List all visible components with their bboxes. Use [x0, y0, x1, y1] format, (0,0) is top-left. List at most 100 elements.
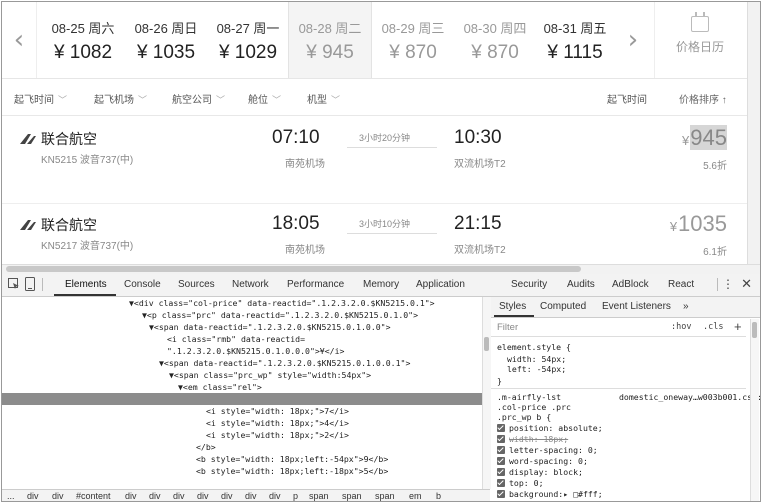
breadcrumb-item[interactable]: b	[436, 491, 441, 501]
styles-scrollbar[interactable]	[750, 319, 759, 501]
page-horizontal-scrollbar[interactable]	[2, 264, 760, 274]
date-cell[interactable]: 08-25 周六 ¥ 1082	[42, 2, 124, 78]
dom-node-selected[interactable]: ... ▼<b style="width:54px;left:-54px"> =…	[2, 393, 482, 428]
date-cell[interactable]: 08-27 周一 ¥ 1029	[207, 2, 289, 78]
css-property[interactable]: left: -54px;	[507, 364, 566, 374]
breadcrumb-item[interactable]: div	[27, 491, 39, 501]
breadcrumb-item[interactable]: span	[375, 491, 395, 501]
ellipsis-icon[interactable]: ...	[6, 405, 21, 417]
stylesheet-link[interactable]: domestic_oneway…w003b001.css:1	[619, 392, 760, 402]
dom-node[interactable]: </b>	[196, 441, 216, 453]
dom-tree: ▼<div class="col-price" data-reactid=".1…	[2, 297, 482, 489]
filter-cabin[interactable]: 舱位 ﹀	[248, 91, 281, 106]
tab-application[interactable]: Application	[416, 279, 465, 290]
scrollbar-thumb[interactable]	[6, 266, 581, 272]
browser-frame: ‹ 08-25 周六 ¥ 1082 08-26 周日 ¥ 1035 08-27 …	[1, 1, 761, 502]
tab-elements[interactable]: Elements	[65, 279, 107, 290]
tab-performance[interactable]: Performance	[287, 279, 344, 290]
css-property-row[interactable]: display: block;	[497, 467, 583, 477]
scrollbar-thumb[interactable]	[752, 322, 757, 338]
sort-price[interactable]: 价格排序 ↑	[679, 91, 727, 106]
tab-react[interactable]: React	[668, 279, 694, 290]
dom-node[interactable]: <i style="width: 18px;">7</i>	[206, 405, 349, 417]
date-cell[interactable]: 08-29 周三 ¥ 870	[372, 2, 454, 78]
tab-network[interactable]: Network	[232, 279, 269, 290]
css-property-row[interactable]: background:▸ □#fff;	[497, 489, 603, 499]
date-cell[interactable]: 08-31 周五 ¥ 1115	[534, 2, 616, 78]
page-vertical-scrollbar[interactable]	[747, 2, 760, 264]
dom-node[interactable]: ▼<span class="prc_wp" style="width:54px"…	[169, 369, 371, 381]
breadcrumb-item[interactable]: div	[245, 491, 257, 501]
class-toggle[interactable]: .cls	[703, 322, 723, 332]
device-toolbar-icon[interactable]	[25, 277, 35, 291]
flight-row[interactable]: 联合航空 KN5215 波音737(中) 07:10 南苑机场 3小时20分钟 …	[2, 117, 747, 204]
chevron-right-icon[interactable]: ›	[616, 2, 650, 78]
tab-styles[interactable]: Styles	[499, 301, 526, 312]
close-icon[interactable]: ✕	[741, 276, 752, 292]
dom-node[interactable]: <i class="rmb" data-reactid=	[167, 333, 305, 345]
checkbox-icon[interactable]	[497, 457, 505, 465]
hover-state-toggle[interactable]: :hov	[671, 322, 691, 332]
date-cell[interactable]: 08-26 周日 ¥ 1035	[125, 2, 207, 78]
breadcrumb-item[interactable]: div	[221, 491, 233, 501]
dom-node[interactable]: <b style="width: 18px;left:-18px">5</b>	[196, 465, 388, 477]
tab-sources[interactable]: Sources	[178, 279, 215, 290]
breadcrumb-item[interactable]: span	[342, 491, 362, 501]
price-calendar-button[interactable]: 价格日历	[654, 2, 745, 78]
filter-depart-time[interactable]: 起飞时间 ﹀	[14, 91, 67, 106]
checkbox-icon[interactable]	[497, 490, 505, 498]
css-property-row[interactable]: position: absolute;	[497, 423, 603, 433]
tab-event-listeners[interactable]: Event Listeners	[602, 301, 671, 312]
sort-depart-time[interactable]: 起飞时间	[607, 91, 647, 106]
css-property-row[interactable]: width: 18px;	[497, 434, 568, 444]
breadcrumb-item[interactable]: div	[52, 491, 64, 501]
tab-computed[interactable]: Computed	[540, 301, 586, 312]
breadcrumb-item[interactable]: span	[309, 491, 329, 501]
filter-airline[interactable]: 航空公司 ﹀	[172, 91, 225, 106]
price-calendar-label: 价格日历	[675, 40, 724, 54]
checkbox-icon[interactable]	[497, 435, 505, 443]
breadcrumb-item[interactable]: div	[149, 491, 161, 501]
css-property[interactable]: width: 54px;	[507, 354, 566, 364]
dom-node[interactable]: <i style="width: 18px;">2</i>	[206, 429, 349, 441]
dom-node[interactable]: ▼<div class="col-price" data-reactid=".1…	[129, 297, 435, 309]
dom-node[interactable]: ▼<p class="prc" data-reactid=".1.2.3.2.0…	[142, 309, 418, 321]
more-tabs-icon[interactable]: »	[683, 301, 689, 312]
css-property-row[interactable]: top: 0;	[497, 478, 544, 488]
date-cell-selected[interactable]: 08-28 周二 ¥ 945	[288, 2, 372, 78]
breadcrumb-item[interactable]: div	[173, 491, 185, 501]
checkbox-icon[interactable]	[497, 479, 505, 487]
dom-node[interactable]: ▼<span data-reactid=".1.2.3.2.0.$KN5215.…	[149, 321, 391, 333]
checkbox-icon[interactable]	[497, 468, 505, 476]
breadcrumb-item[interactable]: em	[409, 491, 422, 501]
breadcrumb-item[interactable]: #content	[76, 491, 111, 501]
breadcrumb-item[interactable]: div	[125, 491, 137, 501]
filter-input[interactable]: Filter	[497, 322, 518, 333]
filter-aircraft[interactable]: 机型 ﹀	[307, 91, 340, 106]
breadcrumb-item[interactable]: div	[197, 491, 209, 501]
css-property-row[interactable]: letter-spacing: 0;	[497, 445, 598, 455]
tab-console[interactable]: Console	[124, 279, 161, 290]
tab-security[interactable]: Security	[511, 279, 547, 290]
tab-audits[interactable]: Audits	[567, 279, 595, 290]
filter-depart-airport[interactable]: 起飞机场 ﹀	[94, 91, 147, 106]
tab-adblock[interactable]: AdBlock	[612, 279, 649, 290]
date-cell[interactable]: 08-30 周四 ¥ 870	[454, 2, 536, 78]
dom-node[interactable]: <b style="width: 18px;left:-54px">9</b>	[196, 453, 388, 465]
tab-memory[interactable]: Memory	[363, 279, 399, 290]
checkbox-icon[interactable]	[497, 424, 505, 432]
dom-node[interactable]: ▼<span data-reactid=".1.2.3.2.0.$KN5215.…	[159, 357, 410, 369]
breadcrumb-item[interactable]: div	[269, 491, 281, 501]
breadcrumb-item[interactable]: p	[293, 491, 298, 501]
dom-node[interactable]: <i style="width: 18px;">4</i>	[206, 417, 349, 429]
new-rule-button[interactable]: +	[734, 319, 742, 334]
more-vertical-icon[interactable]: ⋮	[722, 277, 734, 291]
css-property-row[interactable]: word-spacing: 0;	[497, 456, 588, 466]
checkbox-icon[interactable]	[497, 446, 505, 454]
dom-node[interactable]: ".1.2.3.2.0.$KN5215.0.1.0.0.0">¥</i>	[167, 345, 344, 357]
dom-node[interactable]: ▼<em class="rel">	[178, 381, 262, 393]
breadcrumb-item[interactable]: ...	[7, 491, 15, 501]
inspect-element-icon[interactable]	[8, 278, 20, 290]
chevron-left-icon[interactable]: ‹	[2, 2, 37, 78]
scrollbar-thumb[interactable]	[484, 337, 489, 351]
